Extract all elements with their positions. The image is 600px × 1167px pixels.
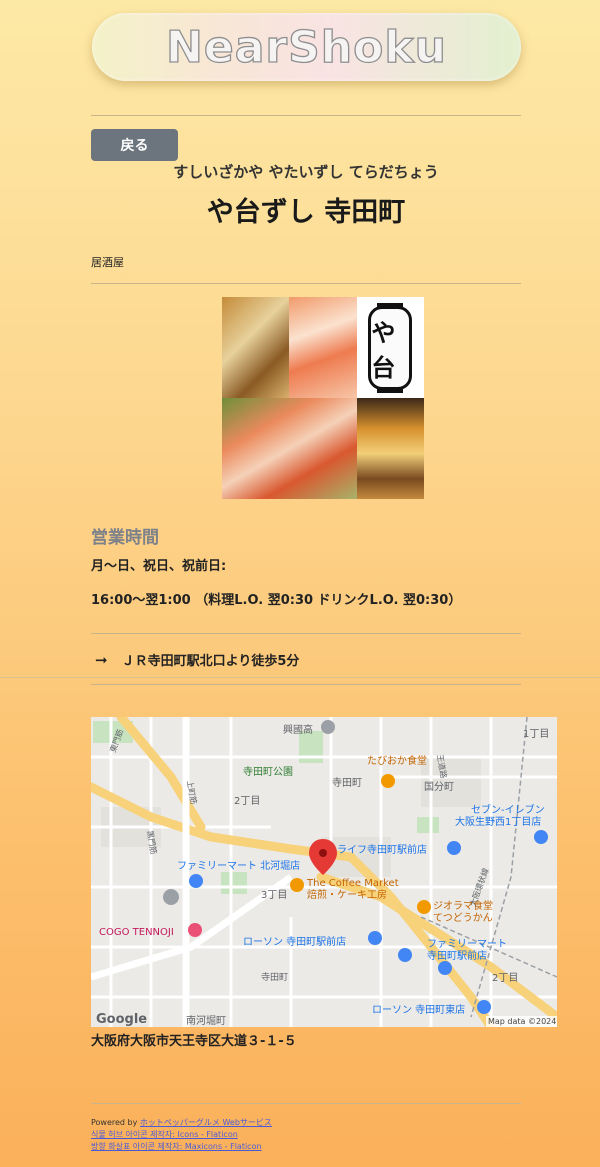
hours-times: 16:00〜翌1:00 （料理L.O. 翌0:30 ドリンクL.O. 翌0:30… [91,593,462,608]
map-label: 大阪生野西1丁目店 [455,815,541,828]
logo-banner[interactable]: NearShoku [92,13,521,81]
footer: Powered by ホットペッパーグルメ Webサービス 식물 허브 아이콘 … [91,1117,272,1153]
divider [91,1103,521,1104]
powered-by: Powered by ホットペッパーグルメ Webサービス [91,1117,272,1129]
map-label: ファミリーマート [427,939,507,950]
map-label: 興國高 [283,723,313,736]
shop-name: や台ずし 寺田町 [206,197,406,228]
lantern-logo-text: や台 [371,318,396,382]
map-label: ローソン 寺田町駅前店 [243,935,346,948]
map-label: 寺田町 [261,972,288,983]
map-label: 寺田町公園 [243,766,293,778]
hotpepper-link[interactable]: ホットペッパーグルメ Webサービス [140,1118,272,1127]
divider [91,633,521,634]
credit-link-2[interactable]: 방향 화살표 아이콘 제작자: Maxicons - Flaticon [91,1142,262,1151]
shop-name-kana: すしいざかや やたいずし てらだちょう [173,163,439,181]
map-label: 南河堀町 [186,1014,226,1027]
photo-tile-storefront [356,398,424,499]
map-label: ファミリーマート 北河堀店 [177,859,300,872]
access-text: ＪＲ寺田町駅北口より徒歩5分 [121,654,300,669]
hours-title: 営業時間 [91,528,159,548]
map-label: 寺田町 [332,777,362,789]
shop-photo: や台 [222,297,424,499]
map-label: 3丁目 [261,890,287,901]
map-label: てつどうかん [433,912,493,924]
map-label: 寺田町駅前店 [427,949,487,962]
map-label: たびおか食堂 [367,754,427,767]
lantern-logo: や台 [368,302,413,393]
map-label: 国分町 [424,781,454,793]
hours-days: 月〜日、祝日、祝前日: [91,559,227,574]
google-logo: Google [96,1012,147,1027]
map-attribution: Map data ©2024 [488,1017,556,1026]
credit-link-1[interactable]: 식물 허브 아이콘 제작자: Icons - Flaticon [91,1130,238,1139]
back-button[interactable]: 戻る [91,129,178,161]
arrow-right-icon: ➞ [95,650,108,669]
map-label: セブン-イレブン [471,803,545,816]
divider [91,115,521,116]
google-map[interactable]: 興國高 寺田町公園 寺田町 国分町 2丁目 3丁目 1丁目 2丁目 南河堀町 寺… [91,717,557,1027]
map-label: ライフ寺田町駅前店 [337,843,427,856]
map-label: 2丁目 [234,796,260,807]
divider [0,677,600,678]
map-label: ローソン 寺田町東店 [372,1003,465,1016]
map-label: The Coffee Market [306,878,399,889]
powered-prefix: Powered by [91,1118,140,1127]
map-label: 2丁目 [492,973,518,984]
shop-genre: 居酒屋 [91,256,124,269]
map-label: ジオラマ食堂 [433,899,493,912]
logo-text: NearShoku [165,21,447,73]
map-label: COGO TENNOJI [99,927,174,938]
divider [91,684,521,685]
map-label: 1丁目 [523,729,549,740]
divider [91,283,521,284]
access-info: ➞ ＪＲ寺田町駅北口より徒歩5分 [95,650,300,670]
photo-tile-sushi [289,297,357,398]
photo-tile-sashimi [222,398,357,499]
shop-address: 大阪府大阪市天王寺区大道３-１-５ [91,1034,297,1049]
photo-tile-logo: や台 [356,297,424,398]
map-label: 焙煎・ケーキ工房 [307,888,387,901]
photo-tile-food [222,297,290,398]
